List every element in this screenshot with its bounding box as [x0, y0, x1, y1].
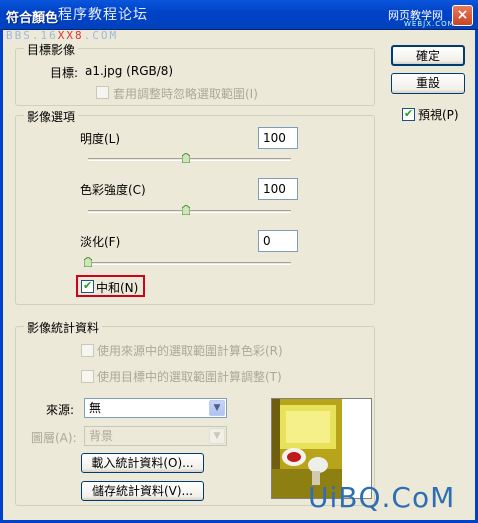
check-icon: ✔: [83, 279, 93, 292]
preview-label: 預視(P): [418, 108, 459, 122]
neutralize-label: 中和(N): [96, 281, 139, 295]
color-intensity-slider-track[interactable]: [88, 210, 291, 213]
neutralize-checkbox[interactable]: ✔: [81, 279, 94, 293]
save-statistics-button[interactable]: 儲存統計資料(V)...: [81, 481, 204, 501]
watermark-bottom: UiBQ.CoM: [308, 481, 456, 514]
color-intensity-slider-thumb[interactable]: [181, 205, 190, 215]
close-button[interactable]: ×: [452, 5, 473, 26]
preview-checkbox[interactable]: ✔: [402, 107, 415, 121]
image-options-legend: 影像選項: [24, 108, 79, 125]
layer-select[interactable]: 背景 ▼: [84, 426, 227, 446]
reset-button[interactable]: 重設: [391, 73, 465, 94]
target-label: 目標:: [50, 66, 79, 80]
layer-label: 圖層(A):: [31, 431, 77, 445]
ignore-selection-checkbox[interactable]: [96, 86, 109, 99]
source-select-value: 無: [89, 401, 102, 415]
use-source-selection-checkbox[interactable]: [81, 344, 94, 357]
source-select[interactable]: 無 ▼: [84, 398, 227, 418]
luminance-slider-track[interactable]: [88, 158, 291, 161]
target-value: a1.jpg (RGB/8): [85, 64, 174, 78]
watermark-text: 程序教程论坛: [58, 7, 148, 23]
watermark-site: 网页教学网 WEBJX.COM: [388, 9, 455, 28]
check-icon: ✔: [404, 107, 414, 120]
luminance-slider-thumb[interactable]: [181, 153, 190, 163]
use-target-selection-label: 使用目標中的選取範圍計算調整(T): [97, 370, 282, 384]
target-image-legend: 目標影像: [24, 41, 79, 58]
close-icon: ×: [456, 7, 469, 23]
image-statistics-legend: 影像統計資料: [24, 319, 103, 336]
fade-slider-thumb[interactable]: [84, 257, 92, 267]
color-intensity-label: 色彩強度(C): [80, 183, 146, 197]
use-target-selection-checkbox[interactable]: [81, 370, 94, 383]
fade-label: 淡化(F): [80, 235, 121, 249]
ok-button[interactable]: 確定: [391, 45, 465, 66]
load-statistics-button[interactable]: 載入統計資料(O)...: [81, 453, 204, 473]
use-source-selection-label: 使用來源中的選取範圍計算色彩(R): [97, 344, 283, 358]
title-bar[interactable]: 符合顏色 程序教程论坛 网页教学网 WEBJX.COM ×: [0, 0, 478, 30]
chevron-down-icon: ▼: [209, 428, 225, 444]
fade-slider-track[interactable]: [88, 262, 291, 265]
layer-select-value: 背景: [89, 429, 114, 443]
fade-input[interactable]: 0: [258, 230, 298, 252]
window-title: 符合顏色: [6, 11, 59, 26]
chevron-down-icon: ▼: [209, 400, 225, 416]
ignore-selection-label: 套用調整時忽略選取範圍(I): [113, 87, 258, 101]
color-intensity-input[interactable]: 100: [258, 178, 298, 200]
source-label: 來源:: [46, 403, 75, 417]
luminance-input[interactable]: 100: [258, 127, 298, 149]
luminance-label: 明度(L): [80, 132, 121, 146]
